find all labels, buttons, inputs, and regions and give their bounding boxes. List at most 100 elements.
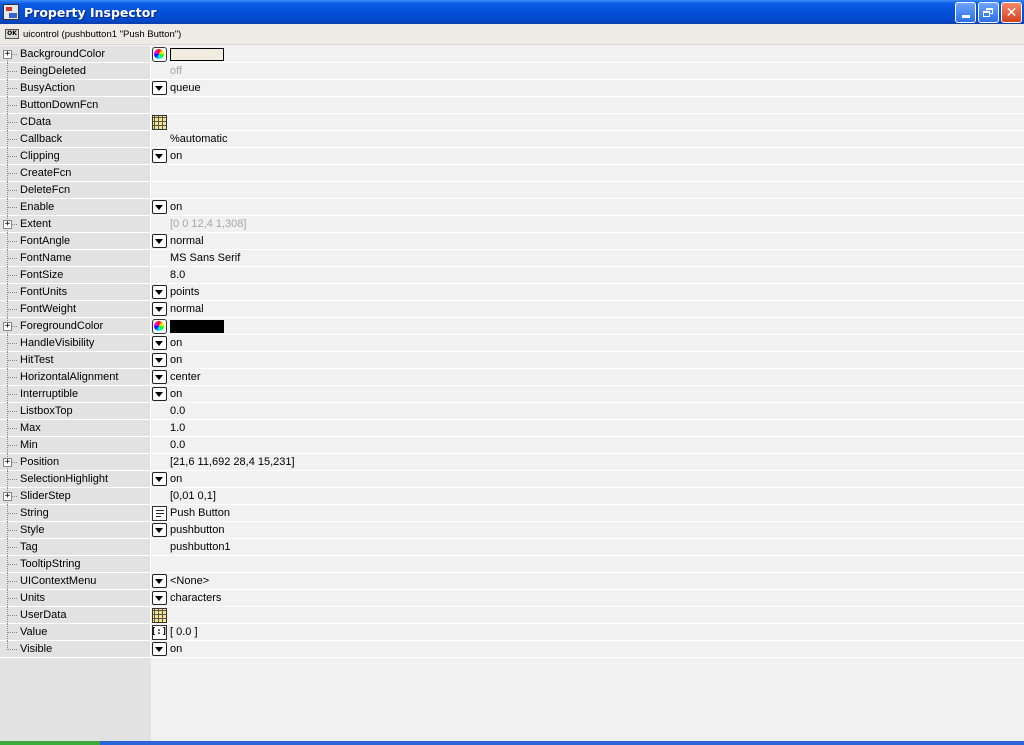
dropdown-arrow-icon[interactable]	[151, 302, 167, 316]
property-row-backgroundcolor[interactable]: + BackgroundColor	[0, 46, 1024, 63]
property-control[interactable]	[151, 387, 167, 402]
property-name-cell[interactable]: FontWeight	[0, 301, 151, 318]
property-value-cell[interactable]: on	[151, 148, 1024, 164]
expand-icon[interactable]: +	[3, 492, 12, 501]
property-name-cell[interactable]: HandleVisibility	[0, 335, 151, 352]
property-value-cell[interactable]	[151, 165, 1024, 181]
property-row-min[interactable]: Min 0.0	[0, 437, 1024, 454]
property-name-cell[interactable]: Tag	[0, 539, 151, 556]
property-control[interactable]	[151, 302, 167, 317]
property-control[interactable]	[151, 81, 167, 96]
property-value-cell[interactable]	[151, 607, 1024, 623]
property-row-userdata[interactable]: UserData	[0, 607, 1024, 624]
dropdown-arrow-icon[interactable]	[151, 642, 167, 656]
property-value-cell[interactable]: [:][ 0.0 ]	[151, 624, 1024, 640]
property-name-cell[interactable]: + Extent	[0, 216, 151, 233]
property-row-callback[interactable]: Callback %automatic	[0, 131, 1024, 148]
dropdown-arrow-icon[interactable]	[151, 336, 167, 350]
property-control[interactable]	[151, 607, 167, 623]
property-control[interactable]	[151, 472, 167, 487]
property-value-cell[interactable]: %automatic	[151, 131, 1024, 147]
property-row-sliderstep[interactable]: + SliderStep [0,01 0,1]	[0, 488, 1024, 505]
property-control[interactable]	[151, 642, 167, 657]
dropdown-arrow-icon[interactable]	[151, 149, 167, 163]
property-value-cell[interactable]	[151, 46, 1024, 62]
property-row-value[interactable]: Value [:][ 0.0 ]	[0, 624, 1024, 641]
property-name-cell[interactable]: Visible	[0, 641, 151, 657]
property-name-cell[interactable]: FontSize	[0, 267, 151, 284]
property-value-cell[interactable]: queue	[151, 80, 1024, 96]
property-name-cell[interactable]: ButtonDownFcn	[0, 97, 151, 114]
property-name-cell[interactable]: FontAngle	[0, 233, 151, 250]
property-control[interactable]	[151, 505, 167, 521]
minimize-button[interactable]	[955, 2, 976, 23]
property-name-cell[interactable]: ListboxTop	[0, 403, 151, 420]
property-row-fontweight[interactable]: FontWeight normal	[0, 301, 1024, 318]
property-control[interactable]: [:]	[151, 624, 167, 640]
property-row-deletefcn[interactable]: DeleteFcn	[0, 182, 1024, 199]
property-value-cell[interactable]: off	[151, 63, 1024, 79]
property-row-beingdeleted[interactable]: BeingDeleted off	[0, 63, 1024, 80]
property-row-selectionhighlight[interactable]: SelectionHighlight on	[0, 471, 1024, 488]
expand-icon[interactable]: +	[3, 322, 12, 331]
property-name-cell[interactable]: DeleteFcn	[0, 182, 151, 199]
dropdown-arrow-icon[interactable]	[151, 353, 167, 367]
property-name-cell[interactable]: Max	[0, 420, 151, 437]
property-value-cell[interactable]: on	[151, 335, 1024, 351]
property-name-cell[interactable]: SelectionHighlight	[0, 471, 151, 488]
array-editor-icon[interactable]	[151, 607, 167, 623]
dropdown-arrow-icon[interactable]	[151, 387, 167, 401]
property-value-cell[interactable]: on	[151, 386, 1024, 402]
property-name-cell[interactable]: FontName	[0, 250, 151, 267]
property-control[interactable]	[151, 114, 167, 130]
property-name-cell[interactable]: Value	[0, 624, 151, 641]
dropdown-arrow-icon[interactable]	[151, 591, 167, 605]
property-name-cell[interactable]: + Position	[0, 454, 151, 471]
array-editor-icon[interactable]	[151, 114, 167, 130]
close-button[interactable]: ✕	[1001, 2, 1022, 23]
restore-button[interactable]	[978, 2, 999, 23]
property-value-cell[interactable]	[151, 556, 1024, 572]
property-row-hittest[interactable]: HitTest on	[0, 352, 1024, 369]
property-value-cell[interactable]: characters	[151, 590, 1024, 606]
property-name-cell[interactable]: Min	[0, 437, 151, 454]
property-value-cell[interactable]	[151, 114, 1024, 130]
dropdown-arrow-icon[interactable]	[151, 472, 167, 486]
property-row-createfcn[interactable]: CreateFcn	[0, 165, 1024, 182]
dropdown-arrow-icon[interactable]	[151, 574, 167, 588]
dropdown-arrow-icon[interactable]	[151, 81, 167, 95]
property-value-cell[interactable]: Push Button	[151, 505, 1024, 521]
property-row-interruptible[interactable]: Interruptible on	[0, 386, 1024, 403]
text-editor-icon[interactable]	[151, 505, 167, 521]
property-value-cell[interactable]: <None>	[151, 573, 1024, 589]
property-name-cell[interactable]: Clipping	[0, 148, 151, 165]
property-value-cell[interactable]: pushbutton1	[151, 539, 1024, 555]
dropdown-arrow-icon[interactable]	[151, 285, 167, 299]
property-control[interactable]	[151, 200, 167, 215]
property-name-cell[interactable]: Interruptible	[0, 386, 151, 403]
property-row-busyaction[interactable]: BusyAction queue	[0, 80, 1024, 97]
property-value-cell[interactable]: on	[151, 352, 1024, 368]
dropdown-arrow-icon[interactable]	[151, 523, 167, 537]
property-name-cell[interactable]: + BackgroundColor	[0, 46, 151, 63]
vector-editor-icon[interactable]: [:]	[151, 624, 167, 640]
property-control[interactable]	[151, 523, 167, 538]
property-name-cell[interactable]: UIContextMenu	[0, 573, 151, 590]
property-value-cell[interactable]: center	[151, 369, 1024, 385]
property-row-uicontextmenu[interactable]: UIContextMenu <None>	[0, 573, 1024, 590]
property-row-foregroundcolor[interactable]: + ForegroundColor	[0, 318, 1024, 335]
property-row-listboxtop[interactable]: ListboxTop 0.0	[0, 403, 1024, 420]
property-value-cell[interactable]: 8.0	[151, 267, 1024, 283]
dropdown-arrow-icon[interactable]	[151, 234, 167, 248]
dropdown-arrow-icon[interactable]	[151, 370, 167, 384]
property-row-units[interactable]: Units characters	[0, 590, 1024, 607]
property-row-fontname[interactable]: FontName MS Sans Serif	[0, 250, 1024, 267]
property-row-position[interactable]: + Position [21,6 11,692 28,4 15,231]	[0, 454, 1024, 471]
property-control[interactable]	[151, 353, 167, 368]
property-value-cell[interactable]: [21,6 11,692 28,4 15,231]	[151, 454, 1024, 470]
property-control[interactable]	[151, 336, 167, 351]
property-control[interactable]	[151, 149, 167, 164]
color-swatch[interactable]	[170, 47, 224, 61]
property-name-cell[interactable]: Callback	[0, 131, 151, 148]
property-value-cell[interactable]: 0.0	[151, 403, 1024, 419]
